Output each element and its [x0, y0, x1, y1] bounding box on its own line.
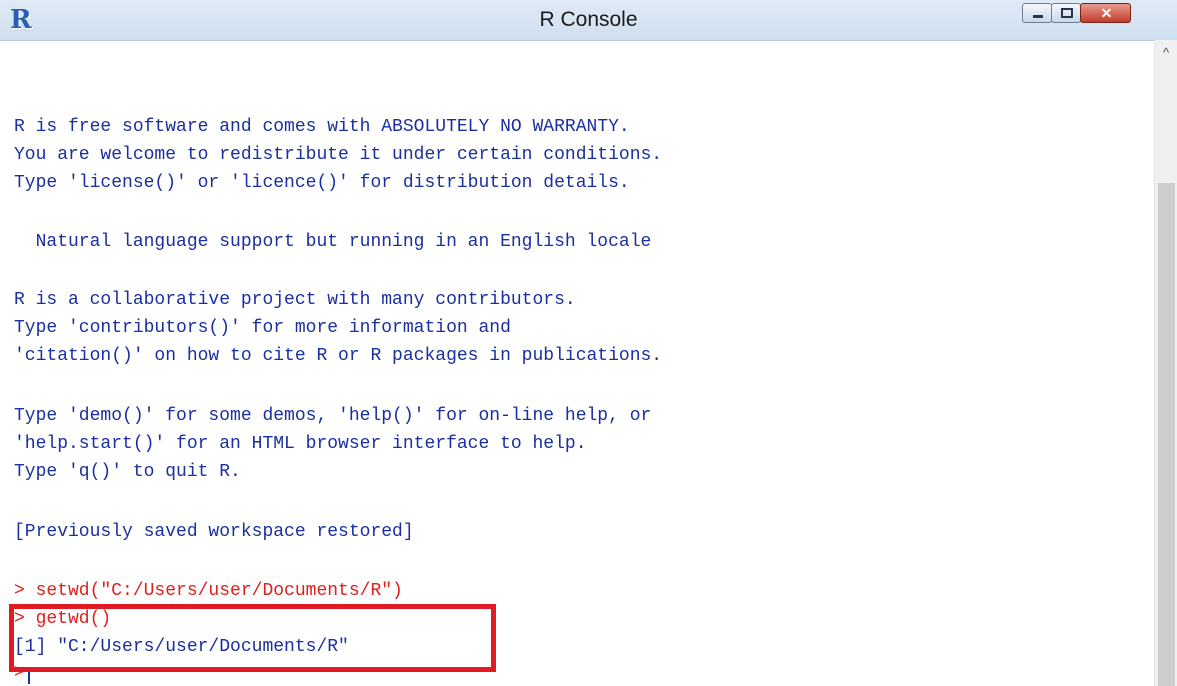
console-line: [Previously saved workspace restored] [14, 522, 414, 542]
vertical-scrollbar[interactable]: ^ [1154, 40, 1177, 686]
maximize-button[interactable] [1051, 3, 1081, 23]
console-line: Type 'contributors()' for more informati… [14, 318, 511, 338]
console-line: Type 'q()' to quit R. [14, 462, 241, 482]
console-line: R is free software and comes with ABSOLU… [14, 117, 630, 137]
minimize-button[interactable] [1022, 3, 1052, 23]
close-button[interactable]: ✕ [1080, 3, 1131, 23]
maximize-icon [1061, 8, 1073, 18]
title-bar[interactable]: R R Console ✕ [0, 0, 1177, 41]
console-line: You are welcome to redistribute it under… [14, 145, 663, 165]
window-title: R Console [539, 8, 638, 31]
console-output[interactable]: R is free software and comes with ABSOLU… [0, 40, 1154, 686]
console-line: Type 'license()' or 'licence()' for dist… [14, 173, 630, 193]
console-command-line: > setwd("C:/Users/user/Documents/R") [14, 581, 403, 601]
console-line: Natural language support but running in … [14, 232, 652, 252]
console-line: R is a collaborative project with many c… [14, 290, 576, 310]
console-line: Type 'demo()' for some demos, 'help()' f… [14, 406, 652, 426]
text-cursor [28, 672, 30, 684]
scroll-up-arrow-icon[interactable]: ^ [1155, 40, 1177, 66]
console-line: 'citation()' on how to cite R or R packa… [14, 346, 663, 366]
highlight-box [9, 604, 496, 672]
close-icon: ✕ [1100, 5, 1113, 21]
minimize-icon [1033, 15, 1043, 18]
console-line: 'help.start()' for an HTML browser inter… [14, 434, 587, 454]
scroll-thumb[interactable] [1158, 183, 1175, 686]
